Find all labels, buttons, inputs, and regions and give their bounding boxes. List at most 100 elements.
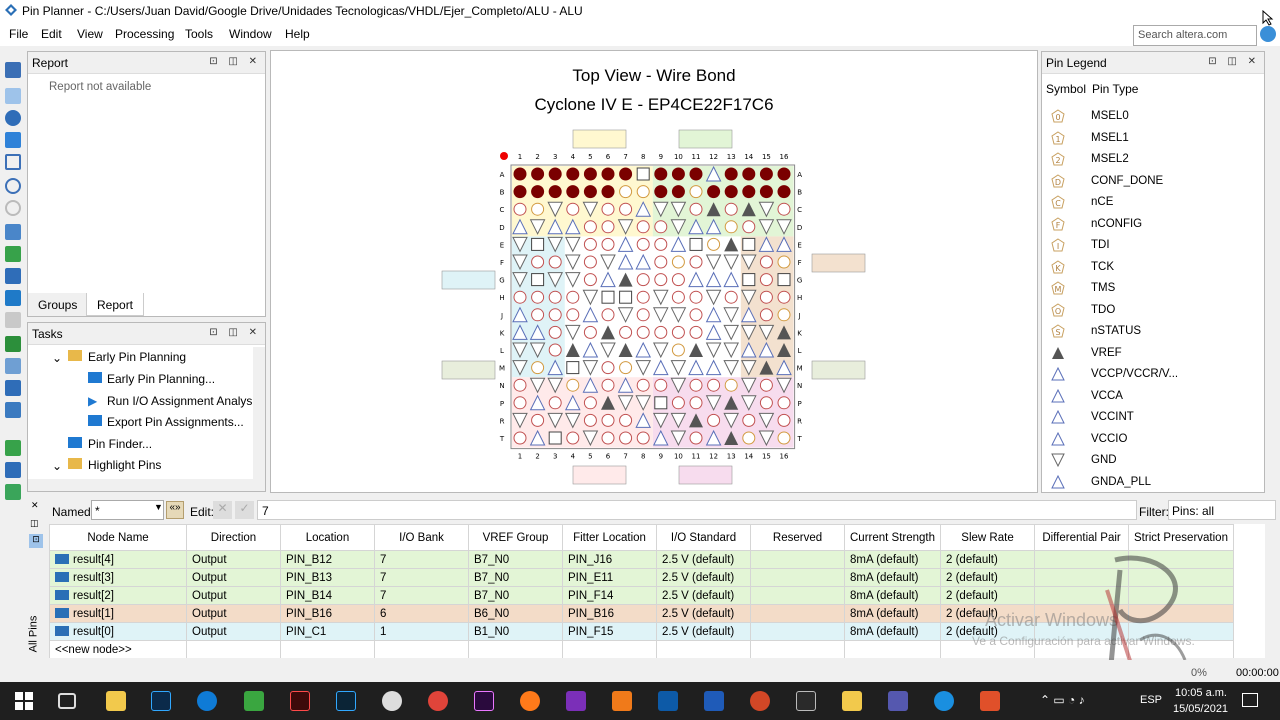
tool-11-icon[interactable]: [5, 462, 21, 478]
tool-12-icon[interactable]: [5, 484, 21, 500]
tree-item-export-pin-assignments[interactable]: Export Pin Assignments...: [107, 415, 244, 429]
table-cell[interactable]: PIN_F14: [562, 586, 657, 605]
table-cell[interactable]: 7: [374, 550, 469, 569]
menu-file[interactable]: File: [9, 27, 28, 41]
column-header[interactable]: VREF Group: [468, 524, 563, 551]
tool-4-icon[interactable]: [5, 290, 21, 306]
language-indicator[interactable]: ESP: [1140, 694, 1162, 706]
table-cell[interactable]: 2.5 V (default): [656, 586, 751, 605]
column-header[interactable]: Location: [280, 524, 375, 551]
table-cell[interactable]: PIN_B12: [280, 550, 375, 569]
windows-start-icon[interactable]: [14, 691, 34, 711]
edge-icon[interactable]: [197, 691, 217, 711]
table-cell[interactable]: 2.5 V (default): [656, 622, 751, 641]
app-orange-icon[interactable]: [612, 691, 632, 711]
column-header[interactable]: Reserved: [750, 524, 845, 551]
tool-8-icon[interactable]: [5, 380, 21, 396]
pin-view-icon[interactable]: [5, 62, 21, 78]
chevron-down-icon[interactable]: ▼: [154, 502, 163, 512]
table-cell[interactable]: 8mA (default): [843, 550, 942, 569]
globe-icon[interactable]: [1260, 26, 1276, 42]
teams-icon[interactable]: [888, 691, 908, 711]
table-cell[interactable]: 2.5 V (default): [656, 550, 751, 569]
tool-2-icon[interactable]: [5, 246, 21, 262]
panel-controls[interactable]: ⊡ ◫ ✕: [209, 56, 261, 67]
tool-5-icon[interactable]: [5, 312, 21, 328]
table-cell[interactable]: [750, 586, 845, 605]
table-cell[interactable]: PIN_B16: [280, 604, 375, 623]
table-cell[interactable]: [656, 640, 751, 658]
app-green-icon[interactable]: [244, 691, 264, 711]
table-cell[interactable]: [750, 550, 845, 569]
table-cell[interactable]: B7_N0: [468, 586, 563, 605]
table-cell[interactable]: 1: [374, 622, 469, 641]
table-row[interactable]: result[2] Output PIN_B14 7 B7_N0 PIN_F14 2.5 V…: [49, 586, 1234, 605]
table-cell[interactable]: [374, 640, 469, 658]
edit-field[interactable]: 7: [257, 500, 1137, 520]
filter-select[interactable]: Pins: all: [1168, 500, 1276, 520]
table-cell[interactable]: PIN_B16: [562, 604, 657, 623]
word-icon[interactable]: [704, 691, 724, 711]
table-cell[interactable]: B6_N0: [468, 604, 563, 623]
table-cell[interactable]: 7: [374, 568, 469, 587]
tool-1-icon[interactable]: [5, 224, 21, 240]
redo-icon[interactable]: [5, 200, 21, 216]
tree-item-early-pin-planning[interactable]: Early Pin Planning: [88, 350, 186, 364]
task-view-icon[interactable]: [58, 693, 76, 709]
clock-date[interactable]: 15/05/2021: [1173, 703, 1228, 715]
menu-processing[interactable]: Processing: [115, 27, 174, 41]
column-header[interactable]: Fitter Location: [562, 524, 657, 551]
app-circle-icon[interactable]: [382, 691, 402, 711]
table-cell[interactable]: PIN_B13: [280, 568, 375, 587]
table-cell[interactable]: B1_N0: [468, 622, 563, 641]
column-header[interactable]: Strict Preservation: [1128, 524, 1234, 551]
tab-report[interactable]: Report: [86, 293, 145, 316]
onenote-icon[interactable]: [566, 691, 586, 711]
table-cell[interactable]: 2.5 V (default): [656, 604, 751, 623]
accept-icon[interactable]: ✓: [235, 501, 254, 519]
table-cell[interactable]: PIN_J16: [562, 550, 657, 569]
legend-header-pin-type[interactable]: Pin Type: [1092, 82, 1138, 96]
menu-window[interactable]: Window: [229, 27, 272, 41]
close-icon[interactable]: ✕: [31, 500, 39, 511]
column-header[interactable]: Differential Pair: [1034, 524, 1130, 551]
animate-icon[interactable]: [290, 691, 310, 711]
new-node-cell[interactable]: <<new node>>: [49, 640, 187, 658]
filter-arrows-icon[interactable]: «»: [166, 501, 184, 519]
powerpoint-icon[interactable]: [750, 691, 770, 711]
tasks-scrollbar[interactable]: [253, 347, 265, 479]
node-name-cell[interactable]: result[1]: [49, 604, 187, 623]
undo-icon[interactable]: [5, 178, 21, 194]
column-header[interactable]: I/O Bank: [374, 524, 469, 551]
table-cell[interactable]: 8mA (default): [843, 622, 942, 641]
table-cell[interactable]: 8mA (default): [843, 586, 942, 605]
table-cell[interactable]: 8mA (default): [843, 568, 942, 587]
reject-icon[interactable]: ✕: [213, 501, 232, 519]
pin-grid[interactable]: 1122334455667788991010111112121313141415…: [271, 51, 1037, 492]
legend-header-symbol[interactable]: Symbol: [1046, 82, 1086, 96]
table-cell[interactable]: PIN_C1: [280, 622, 375, 641]
chrome-icon[interactable]: [428, 691, 448, 711]
table-cell[interactable]: 2 (default): [940, 568, 1036, 587]
tool-7-icon[interactable]: [5, 358, 21, 374]
tool-10-icon[interactable]: [5, 440, 21, 456]
tasks-hscrollbar[interactable]: [28, 479, 265, 491]
select-icon[interactable]: [5, 88, 21, 104]
tab-groups[interactable]: Groups: [28, 293, 88, 316]
table-cell[interactable]: 8mA (default): [843, 604, 942, 623]
menu-tools[interactable]: Tools: [185, 27, 213, 41]
table-cell[interactable]: Output: [186, 586, 281, 605]
table-cell[interactable]: [562, 640, 657, 658]
menu-view[interactable]: View: [77, 27, 103, 41]
table-cell[interactable]: [750, 568, 845, 587]
fit-icon[interactable]: [5, 154, 21, 170]
table-cell[interactable]: [750, 640, 845, 658]
lightroom-icon[interactable]: [336, 691, 356, 711]
table-cell[interactable]: PIN_E11: [562, 568, 657, 587]
table-cell[interactable]: 2.5 V (default): [656, 568, 751, 587]
table-cell[interactable]: Output: [186, 568, 281, 587]
hand-icon[interactable]: [5, 132, 21, 148]
tree-item-highlight-pins[interactable]: Highlight Pins: [88, 458, 161, 472]
table-cell[interactable]: [186, 640, 281, 658]
tree-item-pin-finder[interactable]: Pin Finder...: [88, 437, 152, 451]
